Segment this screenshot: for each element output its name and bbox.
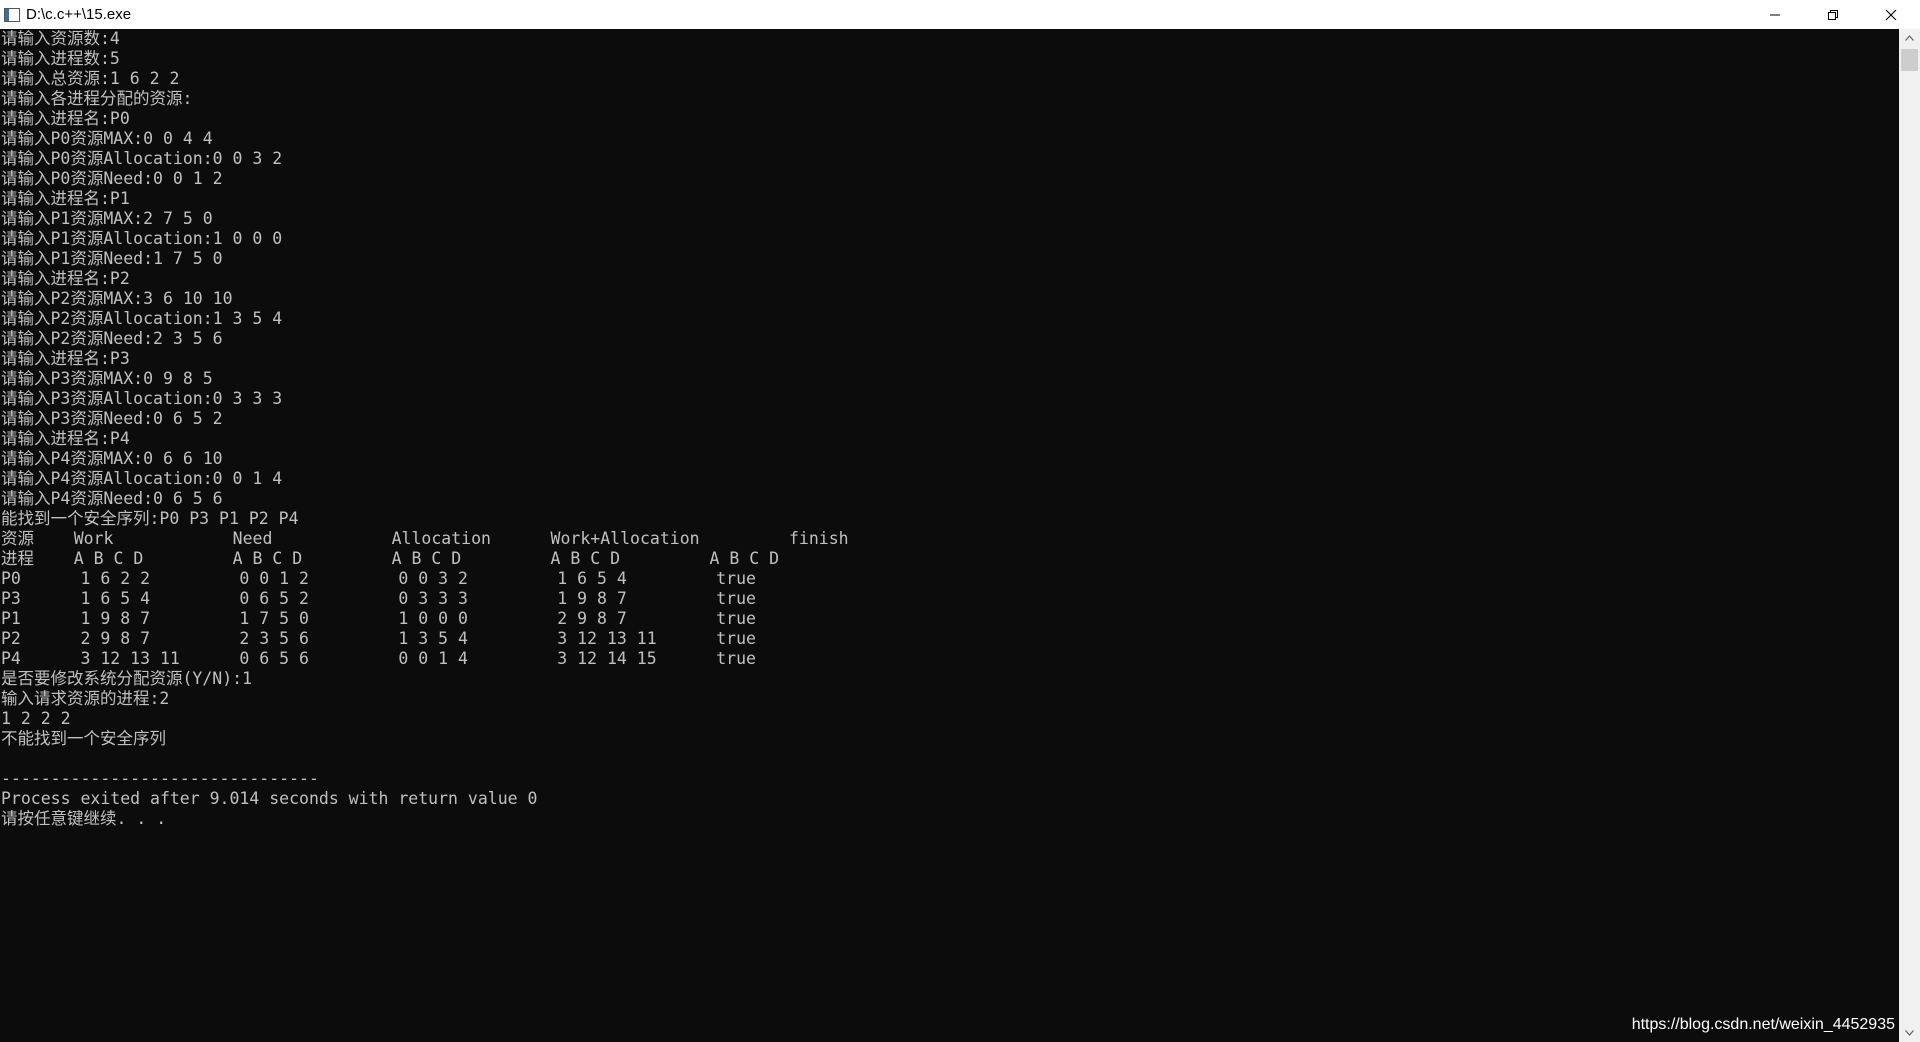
console-line: 请输入P0资源Need:0 0 1 2 [1, 169, 223, 188]
console-line: 请输入进程名:P1 [1, 189, 130, 208]
console-line: 能找到一个安全序列:P0 P3 P1 P2 P4 [1, 509, 299, 528]
console-line: 请输入进程名:P4 [1, 429, 130, 448]
console-line: 请输入P2资源Need:2 3 5 6 [1, 329, 223, 348]
console-line: 资源 Work Need Allocation Work+Allocation … [1, 529, 849, 548]
restore-button[interactable] [1804, 0, 1862, 29]
watermark: https://blog.csdn.net/weixin_4452935 [1631, 1016, 1895, 1033]
console-line: 请输入P1资源Allocation:1 0 0 0 [1, 229, 283, 248]
console-line: 请输入各进程分配的资源: [1, 89, 193, 108]
console-line: Process exited after 9.014 seconds with … [1, 789, 538, 808]
console-line: 请输入P4资源MAX:0 6 6 10 [1, 449, 223, 468]
console-line: 请输入进程数:5 [1, 49, 120, 68]
vertical-scrollbar[interactable] [1899, 29, 1920, 1042]
console-line: P4 3 12 13 11 0 6 5 6 0 0 1 4 3 12 14 15… [1, 649, 756, 668]
console-line: 请输入P3资源MAX:0 9 8 5 [1, 369, 213, 388]
console-line: P1 1 9 8 7 1 7 5 0 1 0 0 0 2 9 8 7 true [1, 609, 756, 628]
console-line: 请输入P0资源MAX:0 0 4 4 [1, 129, 213, 148]
minimize-button[interactable] [1746, 0, 1804, 29]
console-app-icon [4, 7, 20, 22]
console-line: -------------------------------- [1, 769, 319, 788]
scrollbar-thumb[interactable] [1901, 49, 1918, 71]
console-line: 请输入P1资源Need:1 7 5 0 [1, 249, 223, 268]
console-line: 1 2 2 2 [1, 709, 71, 728]
console-line: 请输入P4资源Allocation:0 0 1 4 [1, 469, 283, 488]
console-line: 请输入P3资源Need:0 6 5 2 [1, 409, 223, 428]
console-line: 请输入总资源:1 6 2 2 [1, 69, 180, 88]
console-line: P2 2 9 8 7 2 3 5 6 1 3 5 4 3 12 13 11 tr… [1, 629, 756, 648]
console-line: 输入请求资源的进程:2 [1, 689, 170, 708]
console-line: P3 1 6 5 4 0 6 5 2 0 3 3 3 1 9 8 7 true [1, 589, 756, 608]
console-line: 请输入P1资源MAX:2 7 5 0 [1, 209, 213, 228]
console-line: 请输入P3资源Allocation:0 3 3 3 [1, 389, 283, 408]
console-line: 请输入资源数:4 [1, 29, 120, 48]
console-line: P0 1 6 2 2 0 0 1 2 0 0 3 2 1 6 5 4 true [1, 569, 756, 588]
console-line: 请输入P2资源Allocation:1 3 5 4 [1, 309, 283, 328]
console-line: 请输入P4资源Need:0 6 5 6 [1, 489, 223, 508]
chevron-up-icon [1905, 35, 1914, 41]
title-bar[interactable]: D:\c.c++\15.exe [0, 0, 1920, 29]
window-controls [1746, 0, 1920, 29]
window-title: D:\c.c++\15.exe [26, 6, 132, 23]
console-line: 进程 A B C D A B C D A B C D A B C D A B C… [1, 549, 780, 568]
console-line: 不能找到一个安全序列 [1, 729, 166, 748]
scroll-down-button[interactable] [1899, 1024, 1920, 1042]
console-line: 是否要修改系统分配资源(Y/N):1 [1, 669, 253, 688]
restore-icon [1828, 9, 1838, 20]
console-line: 请输入进程名:P0 [1, 109, 130, 128]
close-button[interactable] [1862, 0, 1920, 29]
chevron-down-icon [1905, 1030, 1914, 1036]
close-icon [1885, 9, 1897, 20]
console-line: 请输入P0资源Allocation:0 0 3 2 [1, 149, 283, 168]
console-line: 请按任意键继续. . . [1, 809, 167, 828]
minimize-icon [1770, 14, 1780, 15]
scroll-up-button[interactable] [1899, 29, 1920, 47]
console-line: 请输入进程名:P2 [1, 269, 130, 288]
console-line: 请输入进程名:P3 [1, 349, 130, 368]
console-output[interactable]: 请输入资源数:4 请输入进程数:5 请输入总资源:1 6 2 2 请输入各进程分配的资… [0, 29, 1899, 1042]
console-line: 请输入P2资源MAX:3 6 10 10 [1, 289, 233, 308]
console-window: D:\c.c++\15.exe 请输入资源数:4 请输入进程数:5 请输入总资源… [0, 0, 1920, 1042]
